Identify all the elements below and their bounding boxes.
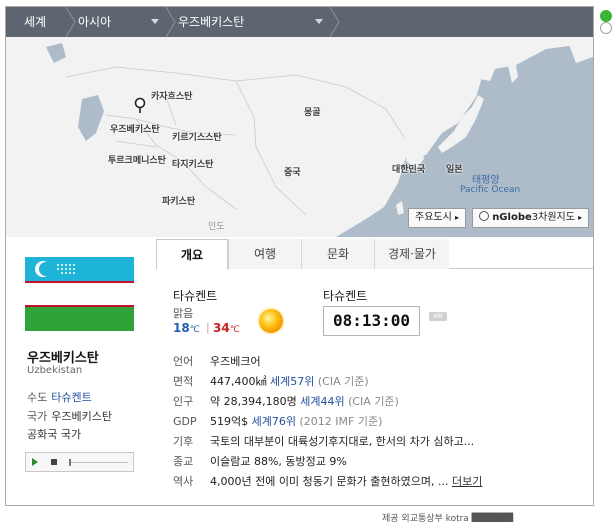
country-flag xyxy=(25,257,134,331)
map-label-tajikistan: 타지키스탄 xyxy=(172,160,214,170)
more-link[interactable]: 더보기 xyxy=(452,475,482,488)
time-city: 타슈켄트 xyxy=(323,289,368,303)
fact-climate: 기후 국토의 대부분이 대륙성기후지대로, 한서의 차가 심하고... xyxy=(173,433,474,449)
fact-source: (2012 IMF 기준) xyxy=(299,415,383,428)
temperature-unit: ℃ xyxy=(229,325,240,335)
chevron-right-icon: ▸ xyxy=(455,213,460,222)
sunny-weather-icon xyxy=(250,301,292,344)
sidebar-toggle-icon[interactable] xyxy=(600,10,612,22)
audio-progress-track[interactable] xyxy=(70,462,128,463)
fact-label: 역사 xyxy=(173,475,194,488)
anthem-fact: 국가 우즈베키스탄 xyxy=(27,408,112,424)
map-label-turkmenistan: 투르크메니스탄 xyxy=(108,156,166,166)
fact-religion: 종교 이슬람교 88%, 동방정교 9% xyxy=(173,453,347,469)
breadcrumb-separator-icon xyxy=(164,7,178,37)
fact-gdp: GDP 519억$ 세계76위 (2012 IMF 기준) xyxy=(173,413,382,429)
fact-population: 인구 약 28,394,180명 세계44위 (CIA 기준) xyxy=(173,393,399,409)
map-label-india: 인도 xyxy=(208,222,225,232)
fact-label: 면적 xyxy=(173,375,194,388)
map-label-kyrgyzstan: 키르기스스탄 xyxy=(172,133,222,143)
anthem-audio-player xyxy=(25,452,134,472)
anthem-label: 국가 xyxy=(27,410,48,423)
fact-value: 국토의 대부분이 대륙성기후지대로, 한서의 차가 심하고... xyxy=(210,435,475,448)
fact-source: (CIA 기준) xyxy=(317,375,369,388)
capital-link[interactable]: 타슈켄트 xyxy=(51,391,91,404)
breadcrumb-separator-icon xyxy=(64,7,78,37)
major-cities-label: 주요도시 xyxy=(415,212,452,223)
capital-label: 수도 xyxy=(27,391,48,404)
tab-overview[interactable]: 개요 xyxy=(156,239,228,270)
breadcrumb-region-label: 아시아 xyxy=(78,15,112,29)
fact-value: 약 28,394,180명 xyxy=(210,395,297,408)
fact-label: 종교 xyxy=(173,455,194,468)
breadcrumb-separator-icon xyxy=(328,7,342,37)
fact-value: 4,000년 전에 이미 청동기 문화가 출현하였으며, ... xyxy=(210,475,449,488)
chevron-down-icon xyxy=(151,19,159,24)
map-label-uzbekistan: 우즈베키스탄 xyxy=(110,125,160,135)
audio-progress-handle[interactable] xyxy=(69,459,71,466)
fact-rank: 세계76위 xyxy=(251,415,296,428)
country-name-english: Uzbekistan xyxy=(27,365,83,376)
play-icon[interactable] xyxy=(32,458,38,466)
map-label-pacific-en: Pacific Ocean xyxy=(460,185,521,195)
local-time-clock: 08:13:00 xyxy=(323,306,420,336)
globe-icon xyxy=(479,211,489,221)
map-label-japan: 일본 xyxy=(446,165,463,175)
map-label-kazakhstan: 카자흐스탄 xyxy=(151,92,193,102)
fact-area: 면적 447,400㎢ 세계57위 (CIA 기준) xyxy=(173,373,369,389)
breadcrumb-region-dropdown[interactable]: 아시아 xyxy=(78,7,164,37)
globe-3d-label: 3차원지도 xyxy=(531,212,575,223)
map-label-china: 중국 xyxy=(284,168,301,178)
fact-label: GDP xyxy=(173,415,197,428)
fact-label: 언어 xyxy=(173,355,194,368)
map-graphic xyxy=(6,37,593,237)
stop-icon[interactable] xyxy=(51,459,57,465)
temperature-low-value: 18 xyxy=(173,321,190,335)
capital-fact: 수도 타슈켄트 xyxy=(27,389,92,405)
fact-value: 이슬람교 88%, 동방정교 9% xyxy=(210,455,347,468)
fact-value: 519억$ xyxy=(210,415,249,428)
fact-label: 인구 xyxy=(173,395,194,408)
temperature-unit: ℃ xyxy=(189,325,200,335)
chevron-right-icon: ▸ xyxy=(578,213,583,222)
fact-label: 기후 xyxy=(173,435,194,448)
tab-economy-prices[interactable]: 경제·물가 xyxy=(374,239,449,269)
anthem-fact-line2: 공화국 국가 xyxy=(27,428,82,441)
weather-condition: 맑음 xyxy=(173,307,194,320)
fact-value: 우즈베크어 xyxy=(210,355,261,368)
temperature-high: 34℃ xyxy=(213,321,240,335)
fact-source: (CIA 기준) xyxy=(348,395,399,408)
country-name: 우즈베키스탄 xyxy=(27,351,99,366)
map-label-pakistan: 파키스탄 xyxy=(162,197,196,207)
breadcrumb-country-label: 우즈베키스탄 xyxy=(178,15,245,29)
temperature-low: 18℃ xyxy=(173,321,200,335)
fact-history: 역사 4,000년 전에 이미 청동기 문화가 출현하였으며, ... 더보기 xyxy=(173,473,482,489)
info-tabs: 개요 여행 문화 경제·물가 xyxy=(156,239,593,270)
fact-rank: 세계44위 xyxy=(300,395,345,408)
am-pm-badge: AM xyxy=(429,312,447,321)
tab-travel[interactable]: 여행 xyxy=(228,239,301,269)
fact-rank: 세계57위 xyxy=(270,375,315,388)
nglobe-brand-label: nGlobe xyxy=(492,212,532,223)
major-cities-button[interactable]: 주요도시 ▸ xyxy=(408,208,467,228)
anthem-value: 우즈베키스탄 xyxy=(51,410,112,423)
nglobe-3d-map-button[interactable]: nGlobe3차원지도 ▸ xyxy=(472,208,590,228)
weather-city: 타슈켄트 xyxy=(173,289,218,303)
provider-footer: 제공 외교통상부 kotra ██████ xyxy=(382,514,514,522)
chevron-down-icon xyxy=(315,19,323,24)
region-map[interactable]: 카자흐스탄 몽골 우즈베키스탄 키르기스스탄 투르크메니스탄 타지키스탄 중국 … xyxy=(6,37,593,237)
map-label-pacific-ko: 태평양 xyxy=(472,175,500,186)
tab-culture[interactable]: 문화 xyxy=(301,239,374,269)
breadcrumb: 세계 아시아 우즈베키스탄 xyxy=(6,7,593,37)
temperature-high-value: 34 xyxy=(213,321,230,335)
breadcrumb-country-dropdown[interactable]: 우즈베키스탄 xyxy=(178,7,328,37)
fact-language: 언어 우즈베크어 xyxy=(173,353,261,369)
map-label-mongolia: 몽골 xyxy=(304,108,321,118)
temperature-separator: | xyxy=(206,321,210,334)
map-label-korea: 대한민국 xyxy=(392,165,426,175)
breadcrumb-world[interactable]: 세계 xyxy=(24,7,46,37)
fact-value: 447,400㎢ xyxy=(210,375,267,388)
sidebar-option-icon[interactable] xyxy=(600,22,612,34)
country-info-panel: 세계 아시아 우즈베키스탄 카자흐스탄 몽골 우즈베키스탄 키르기스스탄 투르크… xyxy=(5,6,594,506)
